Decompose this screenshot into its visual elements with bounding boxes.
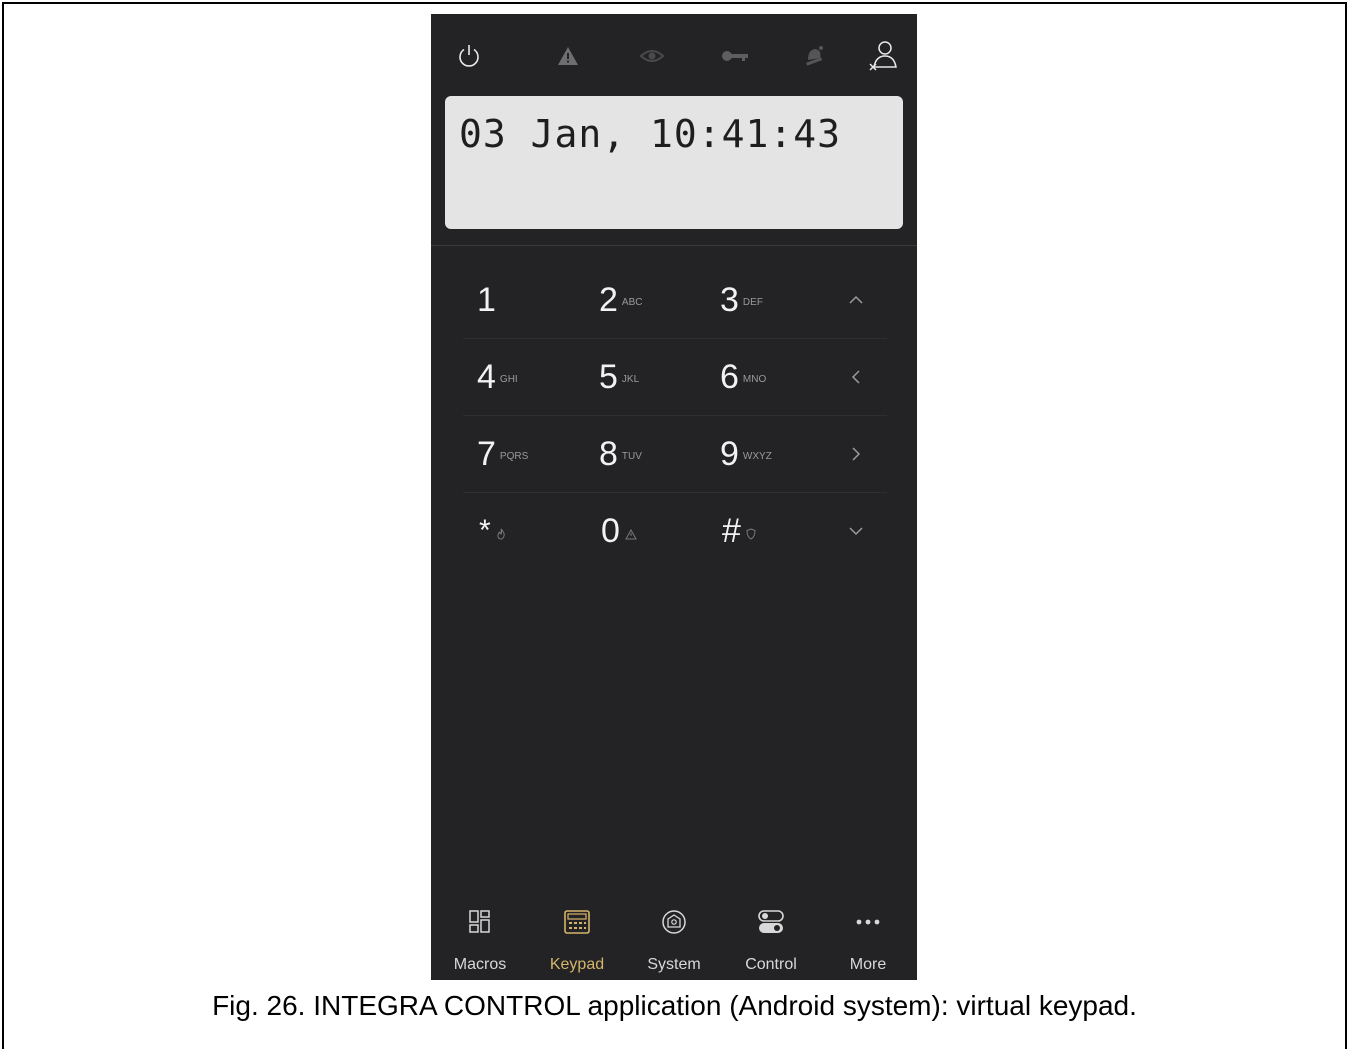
key-5[interactable]: 5 JKL [599,339,639,415]
nav-item-keypad[interactable]: Keypad [532,896,622,980]
key-7[interactable]: 7 PQRS [477,416,528,492]
key-digit: 4 [477,357,496,396]
key-digit: 7 [477,434,496,473]
lcd-display: 03 Jan, 10:41:43 [445,96,903,229]
eye-icon[interactable] [632,36,672,76]
user-logout-icon[interactable] [863,36,903,76]
key-digit: 5 [599,357,618,396]
display-text: 03 Jan, 10:41:43 [459,112,842,156]
key-letters: TUV [621,450,642,462]
status-icon-bar [431,36,917,76]
key-star[interactable]: * [479,493,506,569]
chevron-up-icon[interactable] [841,262,871,338]
alarm-warning-icon[interactable] [548,36,588,76]
separator [431,245,917,246]
nav-label: System [647,956,701,973]
fire-bell-icon[interactable] [794,36,834,76]
nav-label: Keypad [549,956,605,973]
key-digit: 9 [720,434,739,473]
nav-item-system[interactable]: System [629,896,719,980]
control-toggle-icon [726,900,816,944]
key-letters: ABC [621,296,643,308]
key-letters: GHI [499,373,518,385]
key-digit: 6 [720,357,739,396]
nav-label: Macros [453,956,507,973]
chevron-left-icon[interactable] [841,339,871,415]
key-6[interactable]: 6 MNO [720,339,766,415]
key-digit: 1 [477,280,496,319]
warning-icon [625,528,637,540]
key-2[interactable]: 2 ABC [599,262,642,338]
nav-item-more[interactable]: More [823,896,913,980]
keypad-row: 4 GHI 5 JKL 6 MNO [463,339,887,416]
key-0[interactable]: 0 [601,493,637,569]
key-letters: PQRS [499,450,529,462]
shield-icon [746,528,756,540]
system-icon [629,900,719,944]
nav-label: More [849,956,887,973]
key-hash[interactable]: # [722,493,756,569]
fire-icon [496,528,506,540]
key-digit: 8 [599,434,618,473]
key-letters: WXYZ [742,450,772,462]
key-digit: 2 [599,280,618,319]
key-letters: JKL [621,373,640,385]
chevron-right-icon[interactable] [841,416,871,492]
key-1[interactable]: 1 [477,262,496,338]
keypad-row: * 0 # [463,493,887,569]
nav-item-macros[interactable]: Macros [435,896,525,980]
keypad: 1 2 ABC 3 DEF 4 GHI 5 JKL 6 MNO 7 PQRS 8… [463,262,887,569]
key-3[interactable]: 3 DEF [720,262,763,338]
nav-item-control[interactable]: Control [726,896,816,980]
chevron-down-icon[interactable] [841,493,871,569]
key-letters: MNO [742,373,767,385]
key-4[interactable]: 4 GHI [477,339,518,415]
key-8[interactable]: 8 TUV [599,416,642,492]
keypad-icon [532,900,622,944]
keypad-row: 7 PQRS 8 TUV 9 WXYZ [463,416,887,493]
key-digit: # [722,511,741,550]
macros-icon [435,900,525,944]
figure-caption: Fig. 26. INTEGRA CONTROL application (An… [212,990,1137,1021]
power-icon[interactable] [449,36,489,76]
key-letters: DEF [742,296,763,308]
key-9[interactable]: 9 WXYZ [720,416,772,492]
more-dots-icon [823,900,913,944]
bottom-navigation: Macros Keypad System Control More [431,896,917,980]
keypad-row: 1 2 ABC 3 DEF [463,262,887,339]
key-digit: 0 [601,511,620,550]
nav-label: Control [745,956,797,973]
key-digit: * [479,514,491,547]
key-icon[interactable] [715,36,755,76]
key-digit: 3 [720,280,739,319]
phone-screen: 03 Jan, 10:41:43 1 2 ABC 3 DEF 4 GHI 5 J… [431,14,917,980]
